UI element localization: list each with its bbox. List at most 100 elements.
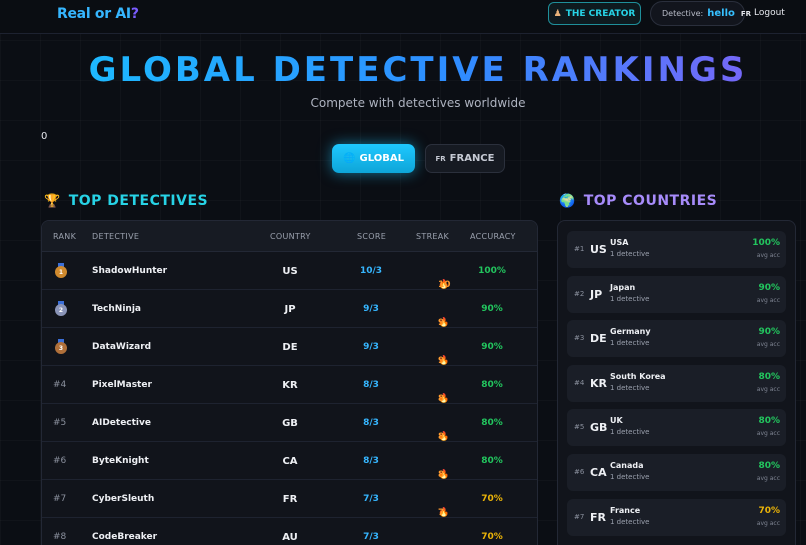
country-detective-count: 1 detective: [610, 428, 650, 437]
globe-icon: 🌐: [343, 153, 356, 164]
table-row[interactable]: #6 ByteKnight CA 8/3 🔥 8 80%: [42, 442, 537, 480]
country-rank: #7: [574, 512, 585, 521]
streak-value: 8: [438, 432, 445, 442]
detective-name-cell[interactable]: DataWizard: [92, 342, 151, 352]
country-cell: US: [282, 266, 298, 277]
country-code: CA: [590, 466, 607, 479]
streak-value: 8: [438, 394, 445, 404]
table-row[interactable]: #4 PixelMaster KR 8/3 🔥 8 80%: [42, 366, 537, 404]
detective-name-cell[interactable]: AIDetective: [92, 418, 151, 428]
detective-user-pill[interactable]: Detective: hello FR: [650, 1, 751, 26]
avg-acc-label: avg acc: [756, 385, 780, 393]
rank-cell: #7: [53, 494, 67, 504]
score-cell: 8/3: [363, 418, 379, 428]
detective-flag: FR: [740, 9, 752, 18]
country-accuracy: 90%: [758, 282, 780, 293]
accuracy-cell: 70%: [481, 494, 503, 504]
france-flag: FR: [435, 154, 446, 163]
country-name: USA: [610, 238, 629, 247]
medal-icon: 3: [55, 339, 67, 354]
accuracy-cell: 80%: [481, 418, 503, 428]
country-rank: #2: [574, 289, 585, 298]
country-detective-count: 1 detective: [610, 294, 650, 303]
detective-name-cell[interactable]: ByteKnight: [92, 456, 149, 466]
table-header: RANK DETECTIVE COUNTRY SCORE STREAK ACCU…: [42, 221, 537, 252]
country-detective-count: 1 detective: [610, 473, 650, 481]
country-rank: #3: [574, 334, 585, 343]
rank-cell: #4: [53, 380, 67, 390]
creator-label: THE CREATOR: [565, 8, 636, 19]
app-logo[interactable]: Real or AI?: [57, 6, 139, 22]
country-name: France: [610, 505, 641, 515]
detective-name: hello: [707, 8, 735, 19]
country-name: South Korea: [610, 371, 666, 381]
country-rank: #5: [574, 423, 585, 432]
score-cell: 9/3: [363, 342, 379, 352]
table-row[interactable]: #5 AIDetective GB 8/3 🔥 8 80%: [42, 404, 537, 442]
table-row[interactable]: #8CodeBreakerAU7/3🔥770%: [42, 518, 537, 545]
country-card[interactable]: #6 CA Canada 1 detective 80% avg acc: [567, 454, 786, 491]
rank-cell: #8: [53, 532, 67, 542]
medal-number: 2: [55, 304, 67, 316]
country-rank: #6: [574, 468, 585, 476]
col-rank: RANK: [53, 232, 77, 241]
score-cell: 10/3: [359, 266, 383, 276]
score-cell: 8/3: [363, 456, 379, 466]
avg-acc-label: avg acc: [756, 252, 780, 259]
detective-name-cell[interactable]: PixelMaster: [92, 380, 152, 390]
country-accuracy: 80%: [758, 461, 780, 471]
table-row[interactable]: 3 DataWizard DE 9/3 🔥 9 90%: [42, 328, 537, 366]
country-card[interactable]: #7 FR France 1 detective 70% avg acc: [567, 498, 786, 536]
tab-global[interactable]: 🌐 GLOBAL: [332, 144, 415, 173]
country-detective-count: 1 detective: [610, 250, 650, 258]
country-accuracy: 100%: [752, 238, 780, 248]
accuracy-cell: 90%: [481, 342, 503, 352]
accuracy-cell: 80%: [481, 456, 503, 466]
country-card[interactable]: #2 JP Japan 1 detective 90% avg acc: [567, 275, 786, 313]
detective-name-cell[interactable]: CyberSleuth: [92, 494, 154, 504]
score-cell: 7/3: [363, 494, 379, 504]
tab-france[interactable]: FR FRANCE: [425, 144, 505, 173]
country-accuracy: 80%: [758, 416, 780, 427]
table-row[interactable]: 1 ShadowHunter US 10/3 🔥 10 100%: [42, 252, 537, 290]
avg-acc-label: avg acc: [756, 341, 780, 349]
country-code: US: [590, 243, 607, 256]
detectives-table: RANK DETECTIVE COUNTRY SCORE STREAK ACCU…: [41, 220, 538, 545]
table-row[interactable]: #7 CyberSleuth FR 7/3 🔥 7 70%: [42, 480, 537, 518]
avg-acc-label: avg acc: [756, 475, 780, 482]
logo-question-mark: ?: [130, 6, 139, 22]
detective-name-cell[interactable]: CodeBreaker: [92, 532, 157, 542]
streak-value: 10: [438, 280, 451, 290]
country-card[interactable]: #1 US USA 1 detective 100% avg acc: [567, 231, 786, 268]
country-accuracy: 70%: [758, 505, 780, 516]
streak-value: 9: [438, 356, 445, 366]
country-cell: CA: [282, 456, 298, 467]
country-card[interactable]: #4 KR South Korea 1 detective 80% avg acc: [567, 364, 786, 402]
avg-acc-label: avg acc: [756, 519, 780, 527]
country-cell: DE: [282, 342, 298, 353]
detective-name-cell[interactable]: TechNinja: [92, 304, 141, 314]
score-cell: 8/3: [363, 380, 379, 390]
detective-name-cell[interactable]: ShadowHunter: [92, 266, 167, 276]
streak-value: 8: [438, 470, 445, 480]
country-cell: FR: [282, 494, 298, 505]
avg-acc-label: avg acc: [756, 430, 780, 438]
page-title: GLOBAL DETECTIVE RANKINGS: [0, 50, 806, 90]
col-accuracy: ACCURACY: [470, 232, 516, 241]
accuracy-cell: 90%: [481, 304, 503, 314]
country-card[interactable]: #5 GB UK 1 detective 80% avg acc: [567, 409, 786, 447]
page-subtitle: Compete with detectives worldwide: [310, 96, 526, 110]
accuracy-cell: 80%: [481, 380, 503, 390]
streak-value: 7: [438, 508, 445, 518]
table-row[interactable]: 2 TechNinja JP 9/3 🔥 9 90%: [42, 290, 537, 328]
country-card[interactable]: #3 DE Germany 1 detective 90% avg acc: [567, 320, 786, 358]
logout-link[interactable]: Logout: [754, 8, 785, 18]
country-accuracy: 90%: [758, 327, 780, 338]
top-detectives-heading: 🏆 TOP DETECTIVES: [44, 193, 208, 209]
country-cell: AU: [282, 532, 298, 543]
the-creator-button[interactable]: ♟ THE CREATOR: [548, 2, 641, 25]
country-code: DE: [590, 332, 607, 346]
country-code: GB: [590, 421, 608, 435]
col-country: COUNTRY: [270, 232, 311, 241]
country-rank: #1: [574, 245, 585, 253]
